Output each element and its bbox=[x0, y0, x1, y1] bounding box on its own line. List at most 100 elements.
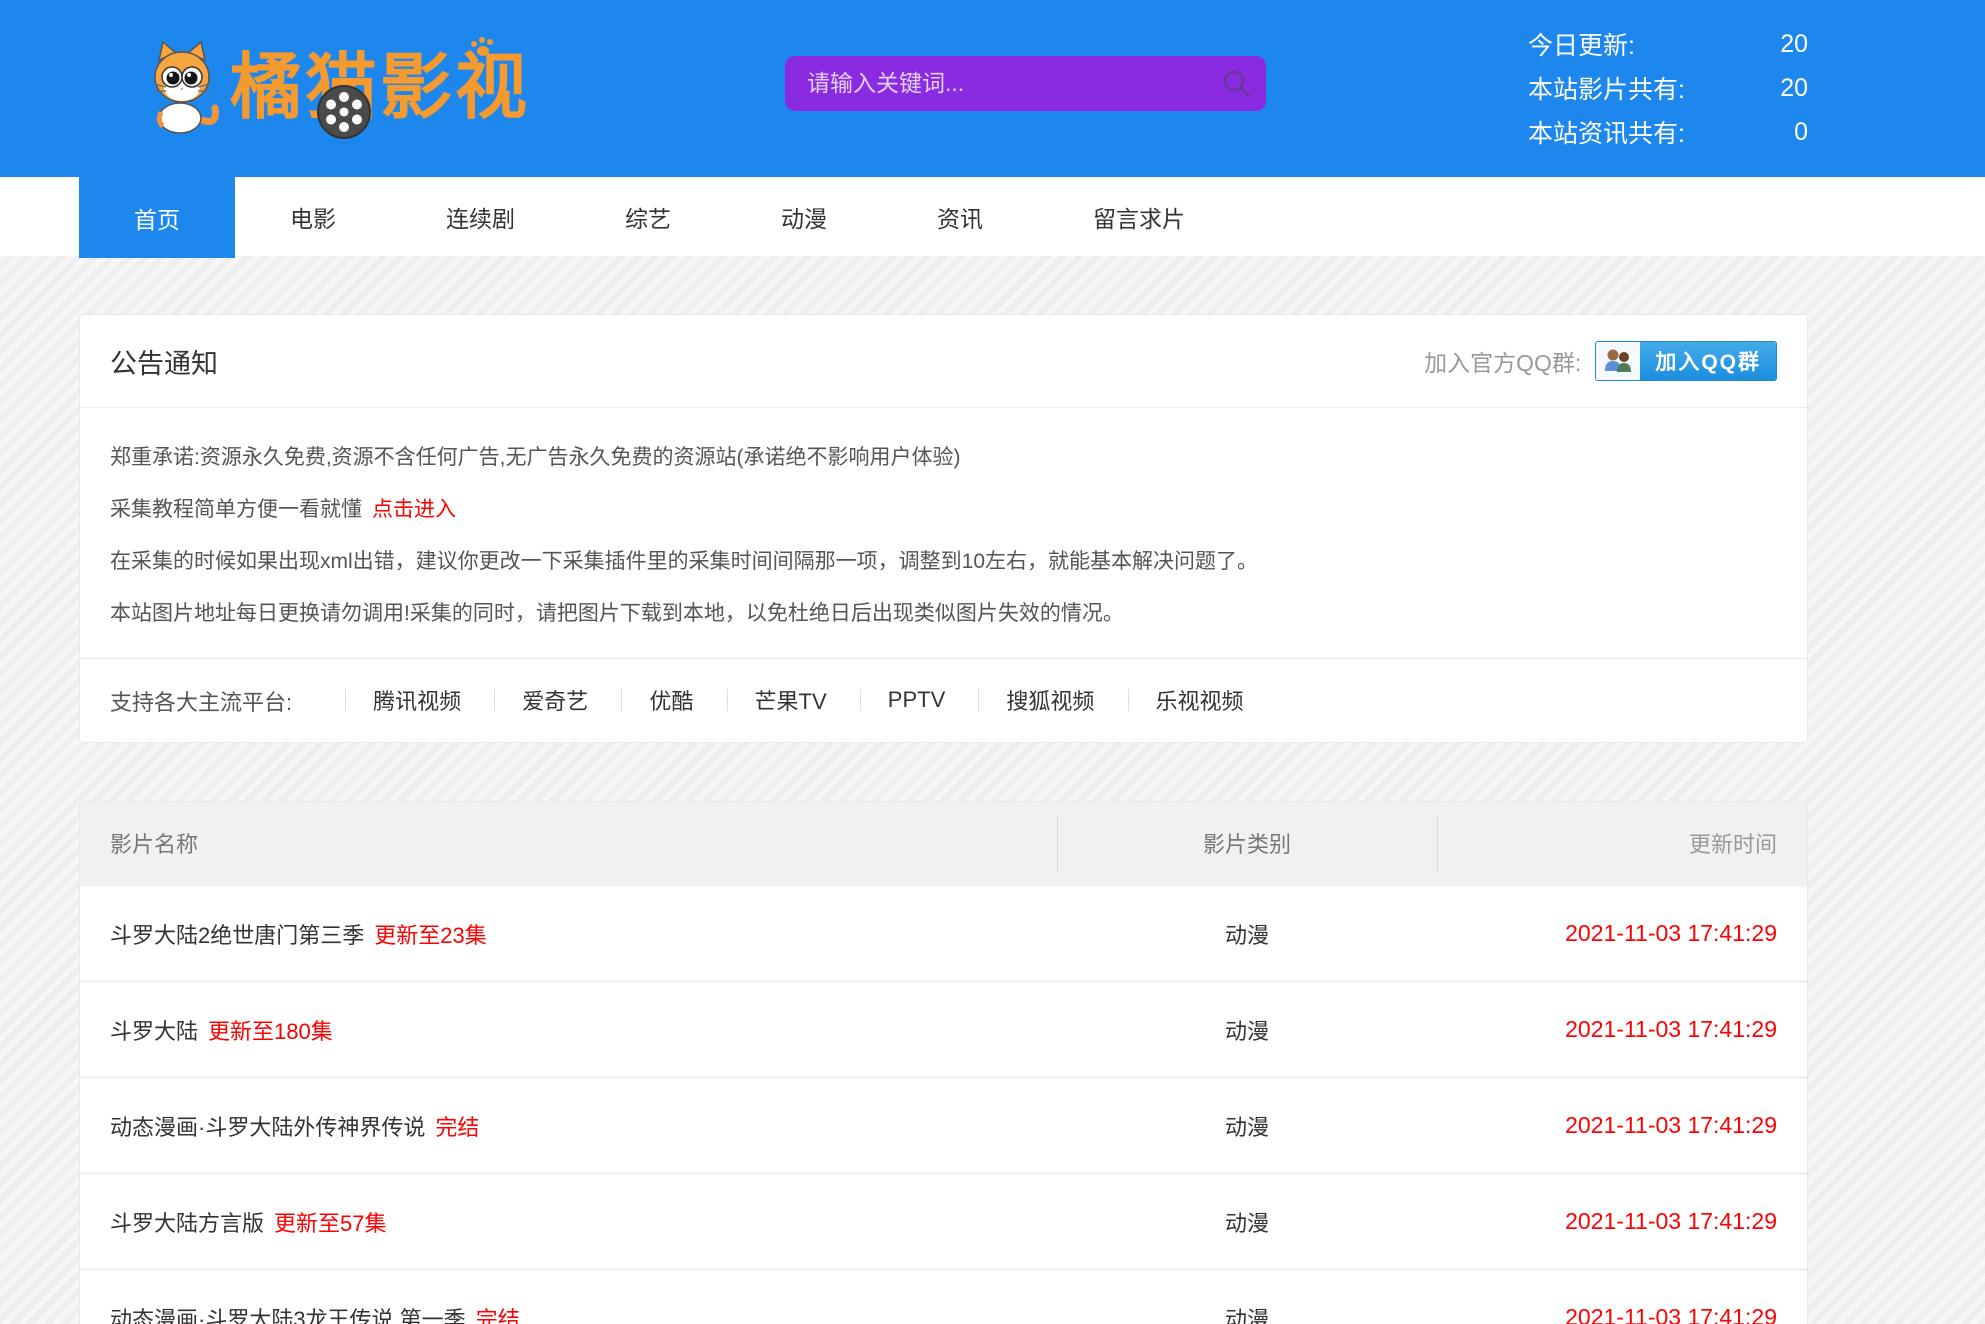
movie-table: 影片名称 影片类别 更新时间 斗罗大陆2绝世唐门第三季 更新至23集 动漫 20… bbox=[79, 801, 1808, 1324]
nav-bar: 首页 电影 连续剧 综艺 动漫 资讯 留言求片 bbox=[0, 177, 1985, 256]
notice-line: 在采集的时候如果出现xml出错，建议你更改一下采集插件里的采集时间间隔那一项，调… bbox=[110, 534, 1777, 586]
stat-value: 20 bbox=[1780, 30, 1808, 59]
table-row[interactable]: 斗罗大陆 更新至180集 动漫 2021-11-03 17:41:29 bbox=[80, 980, 1807, 1076]
nav-tab[interactable]: 电影 bbox=[235, 177, 391, 256]
movie-category: 动漫 bbox=[1057, 1014, 1437, 1046]
platform-item: PPTV bbox=[833, 687, 945, 713]
paw-print-icon bbox=[468, 36, 502, 67]
table-row[interactable]: 动态漫画·斗罗大陆外传神界传说 完结 动漫 2021-11-03 17:41:2… bbox=[80, 1076, 1807, 1172]
stat-label: 本站资讯共有: bbox=[1528, 114, 1685, 150]
platforms-bar: 支持各大主流平台: 腾讯视频 爱奇艺 优酷 bbox=[80, 658, 1807, 742]
nav-tab[interactable]: 连续剧 bbox=[391, 177, 570, 256]
platform-name: 腾讯视频 bbox=[373, 684, 461, 716]
table-row[interactable]: 斗罗大陆方言版 更新至57集 动漫 2021-11-03 17:41:29 bbox=[80, 1172, 1807, 1268]
movie-category: 动漫 bbox=[1057, 1302, 1437, 1324]
platform-name: 搜狐视频 bbox=[1006, 684, 1094, 716]
table-row[interactable]: 斗罗大陆2绝世唐门第三季 更新至23集 动漫 2021-11-03 17:41:… bbox=[80, 884, 1807, 980]
update-status: 更新至180集 bbox=[208, 1014, 333, 1046]
site-logo[interactable]: 橘猫影视 bbox=[146, 40, 530, 136]
nav-tab[interactable]: 动漫 bbox=[726, 177, 882, 256]
nav-tab-label: 动漫 bbox=[781, 200, 827, 234]
notice-line-text: 在采集的时候如果出现xml出错，建议你更改一下采集插件里的采集时间间隔那一项，调… bbox=[110, 545, 1258, 575]
table-rows: 斗罗大陆2绝世唐门第三季 更新至23集 动漫 2021-11-03 17:41:… bbox=[80, 884, 1807, 1324]
update-status: 更新至23集 bbox=[374, 918, 486, 950]
header-cell-category: 影片类别 bbox=[1057, 827, 1437, 859]
divider bbox=[860, 689, 861, 711]
movie-category: 动漫 bbox=[1057, 1110, 1437, 1142]
nav-tab-label: 综艺 bbox=[625, 200, 671, 234]
notice-line: 采集教程简单方便一看就懂 点击进入 bbox=[110, 482, 1777, 534]
notice-link[interactable]: 点击进入 bbox=[372, 493, 456, 523]
divider bbox=[978, 689, 979, 711]
divider bbox=[345, 689, 346, 711]
movie-title-cell: 动态漫画·斗罗大陆3龙王传说 第一季 完结 bbox=[110, 1302, 1057, 1324]
notice-line-text: 采集教程简单方便一看就懂 bbox=[110, 493, 362, 523]
notice-title: 公告通知 bbox=[110, 342, 218, 381]
nav-tab-label: 资讯 bbox=[937, 200, 983, 234]
stat-row: 本站资讯共有: 0 bbox=[1528, 110, 1808, 154]
notice-line: 本站图片地址每日更换请勿调用!采集的同时，请把图片下载到本地，以免杜绝日后出现类… bbox=[110, 586, 1777, 638]
nav-tab[interactable]: 资讯 bbox=[882, 177, 1038, 256]
stat-value: 20 bbox=[1780, 74, 1808, 103]
divider bbox=[1128, 689, 1129, 711]
search-icon[interactable] bbox=[1222, 69, 1252, 104]
stat-row: 今日更新: 20 bbox=[1528, 22, 1808, 66]
platform-item: 优酷 bbox=[594, 684, 693, 716]
movie-title-cell: 斗罗大陆 更新至180集 bbox=[110, 1014, 1057, 1046]
update-time: 2021-11-03 17:41:29 bbox=[1437, 1208, 1777, 1235]
nav-tab-label: 首页 bbox=[134, 201, 180, 235]
movie-title[interactable]: 斗罗大陆方言版 bbox=[110, 1206, 264, 1238]
nav-tab-label: 电影 bbox=[290, 200, 336, 234]
site-header: 橘猫影视 bbox=[0, 0, 1985, 177]
notice-body: 郑重承诺:资源永久免费,资源不含任何广告,无广告永久免费的资源站(承诺绝不影响用… bbox=[80, 408, 1807, 658]
movie-category: 动漫 bbox=[1057, 918, 1437, 950]
search-input[interactable] bbox=[785, 56, 1266, 111]
notice-line-text: 本站图片地址每日更换请勿调用!采集的同时，请把图片下载到本地，以免杜绝日后出现类… bbox=[110, 597, 1124, 627]
join-qq-button[interactable]: 加入QQ群 bbox=[1595, 341, 1777, 381]
update-time: 2021-11-03 17:41:29 bbox=[1437, 920, 1777, 947]
nav-tab[interactable]: 综艺 bbox=[570, 177, 726, 256]
platform-name: 芒果TV bbox=[755, 684, 827, 716]
platform-name: PPTV bbox=[888, 687, 945, 713]
notice-line: 郑重承诺:资源永久免费,资源不含任何广告,无广告永久免费的资源站(承诺绝不影响用… bbox=[110, 430, 1777, 482]
notice-header: 公告通知 加入官方QQ群: 加入QQ群 bbox=[80, 315, 1807, 408]
update-time: 2021-11-03 17:41:29 bbox=[1437, 1016, 1777, 1043]
movie-title-cell: 斗罗大陆方言版 更新至57集 bbox=[110, 1206, 1057, 1238]
nav-tab[interactable]: 留言求片 bbox=[1038, 177, 1240, 256]
header-cell-name: 影片名称 bbox=[110, 827, 1057, 859]
platform-item: 搜狐视频 bbox=[951, 684, 1094, 716]
platform-item: 芒果TV bbox=[700, 684, 827, 716]
search-bar bbox=[785, 56, 1266, 111]
divider bbox=[727, 689, 728, 711]
stat-label: 本站影片共有: bbox=[1528, 70, 1685, 106]
movie-title-cell: 动态漫画·斗罗大陆外传神界传说 完结 bbox=[110, 1110, 1057, 1142]
header-cell-time: 更新时间 bbox=[1437, 827, 1777, 859]
movie-title-cell: 斗罗大陆2绝世唐门第三季 更新至23集 bbox=[110, 918, 1057, 950]
platforms-label: 支持各大主流平台: bbox=[110, 685, 292, 717]
notice-card: 公告通知 加入官方QQ群: 加入QQ群 bbox=[79, 314, 1808, 743]
movie-title[interactable]: 动态漫画·斗罗大陆外传神界传说 bbox=[110, 1110, 425, 1142]
platform-item: 爱奇艺 bbox=[467, 684, 588, 716]
qq-people-icon bbox=[1596, 342, 1640, 380]
film-reel-icon bbox=[316, 84, 372, 145]
platform-name: 爱奇艺 bbox=[522, 684, 588, 716]
update-time: 2021-11-03 17:41:29 bbox=[1437, 1112, 1777, 1139]
update-status: 完结 bbox=[435, 1110, 479, 1142]
update-time: 2021-11-03 17:41:29 bbox=[1437, 1304, 1777, 1324]
platform-item: 乐视视频 bbox=[1101, 684, 1244, 716]
stats-panel: 今日更新: 20 本站影片共有: 20 本站资讯共有: 0 bbox=[1528, 22, 1808, 154]
movie-title[interactable]: 斗罗大陆 bbox=[110, 1014, 198, 1046]
table-row[interactable]: 动态漫画·斗罗大陆3龙王传说 第一季 完结 动漫 2021-11-03 17:4… bbox=[80, 1268, 1807, 1324]
divider bbox=[621, 689, 622, 711]
movie-category: 动漫 bbox=[1057, 1206, 1437, 1238]
qq-group-label: 加入官方QQ群: bbox=[1424, 344, 1581, 378]
stat-label: 今日更新: bbox=[1528, 26, 1635, 62]
platform-name: 乐视视频 bbox=[1156, 684, 1244, 716]
movie-title[interactable]: 动态漫画·斗罗大陆3龙王传说 第一季 bbox=[110, 1302, 466, 1324]
stat-row: 本站影片共有: 20 bbox=[1528, 66, 1808, 110]
movie-title[interactable]: 斗罗大陆2绝世唐门第三季 bbox=[110, 918, 364, 950]
nav-tab-label: 留言求片 bbox=[1093, 200, 1185, 234]
platform-name: 优酷 bbox=[649, 684, 693, 716]
nav-tab[interactable]: 首页 bbox=[79, 177, 235, 258]
notice-line-text: 郑重承诺:资源永久免费,资源不含任何广告,无广告永久免费的资源站(承诺绝不影响用… bbox=[110, 441, 961, 471]
